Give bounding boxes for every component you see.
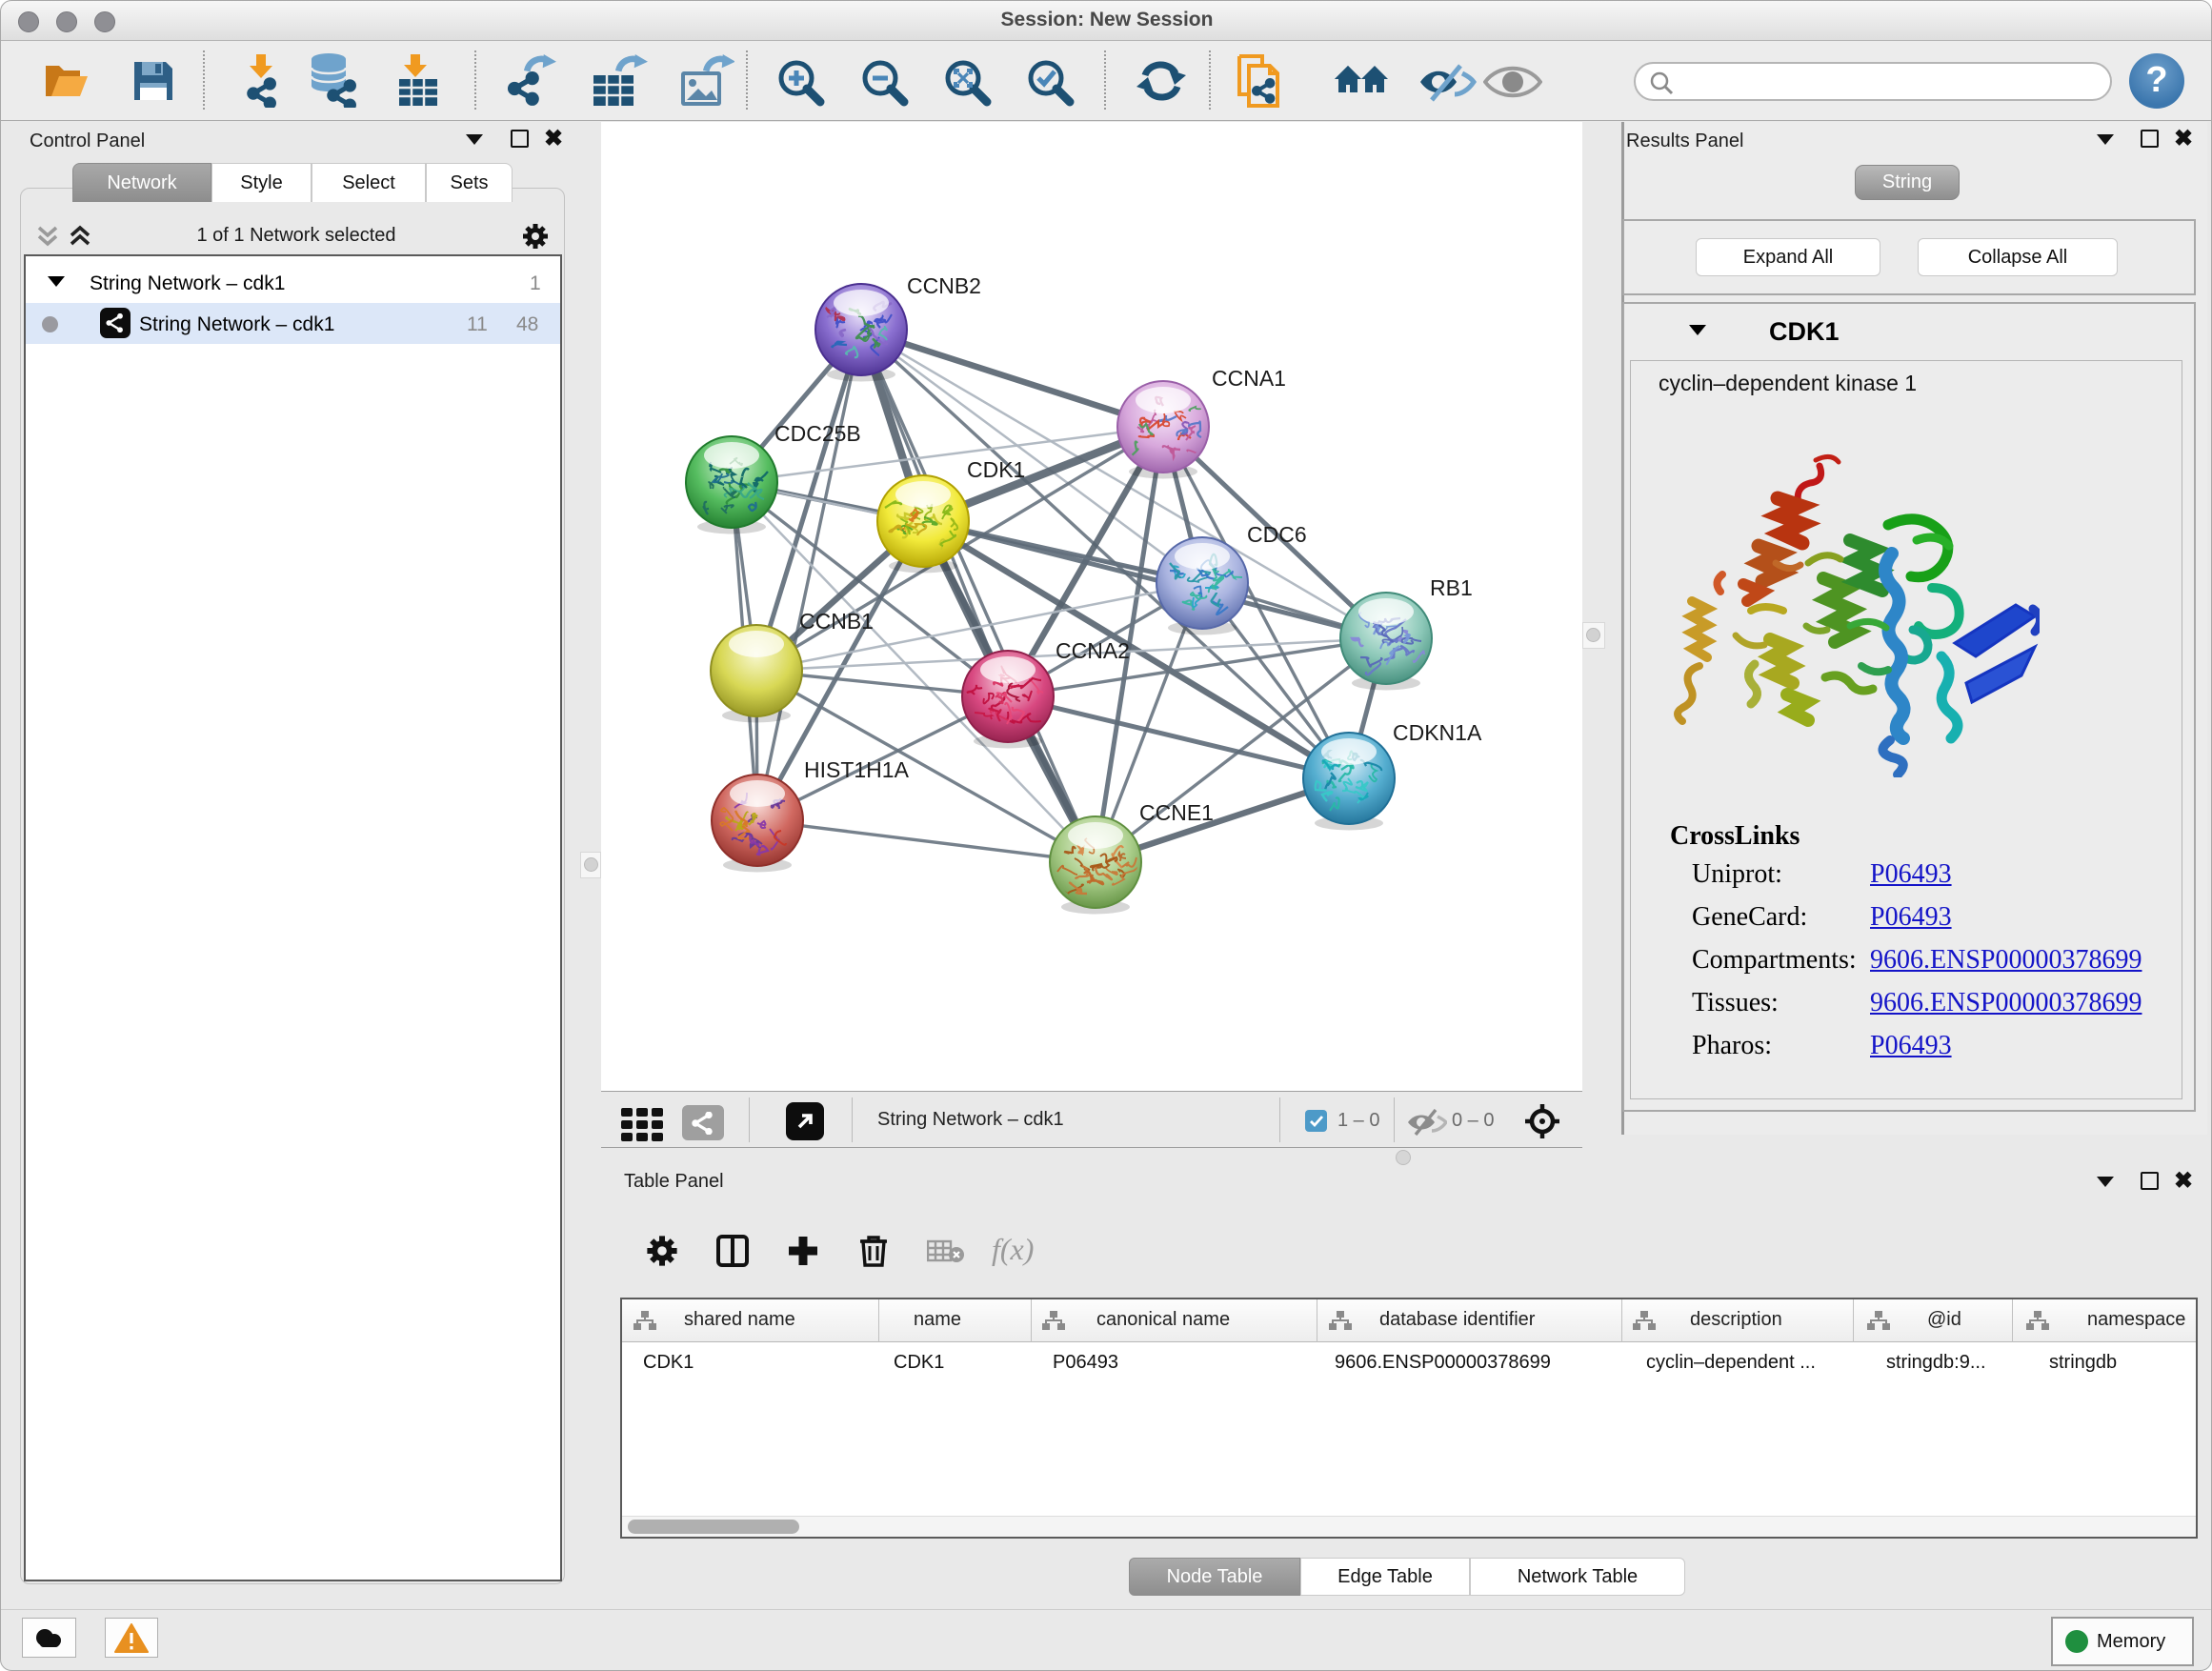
svg-text:CCNB2: CCNB2 (907, 273, 981, 298)
svg-text:RB1: RB1 (1430, 575, 1473, 600)
svg-text:CCNE1: CCNE1 (1139, 800, 1214, 825)
svg-text:CDC25B: CDC25B (774, 421, 861, 446)
svg-text:CCNA1: CCNA1 (1212, 366, 1286, 391)
svg-text:CDKN1A: CDKN1A (1393, 720, 1482, 745)
svg-text:CCNB1: CCNB1 (799, 609, 874, 634)
svg-text:CCNA2: CCNA2 (1056, 638, 1130, 663)
svg-text:CDC6: CDC6 (1247, 522, 1307, 547)
svg-text:HIST1H1A: HIST1H1A (804, 757, 910, 782)
svg-text:CDK1: CDK1 (967, 457, 1025, 482)
